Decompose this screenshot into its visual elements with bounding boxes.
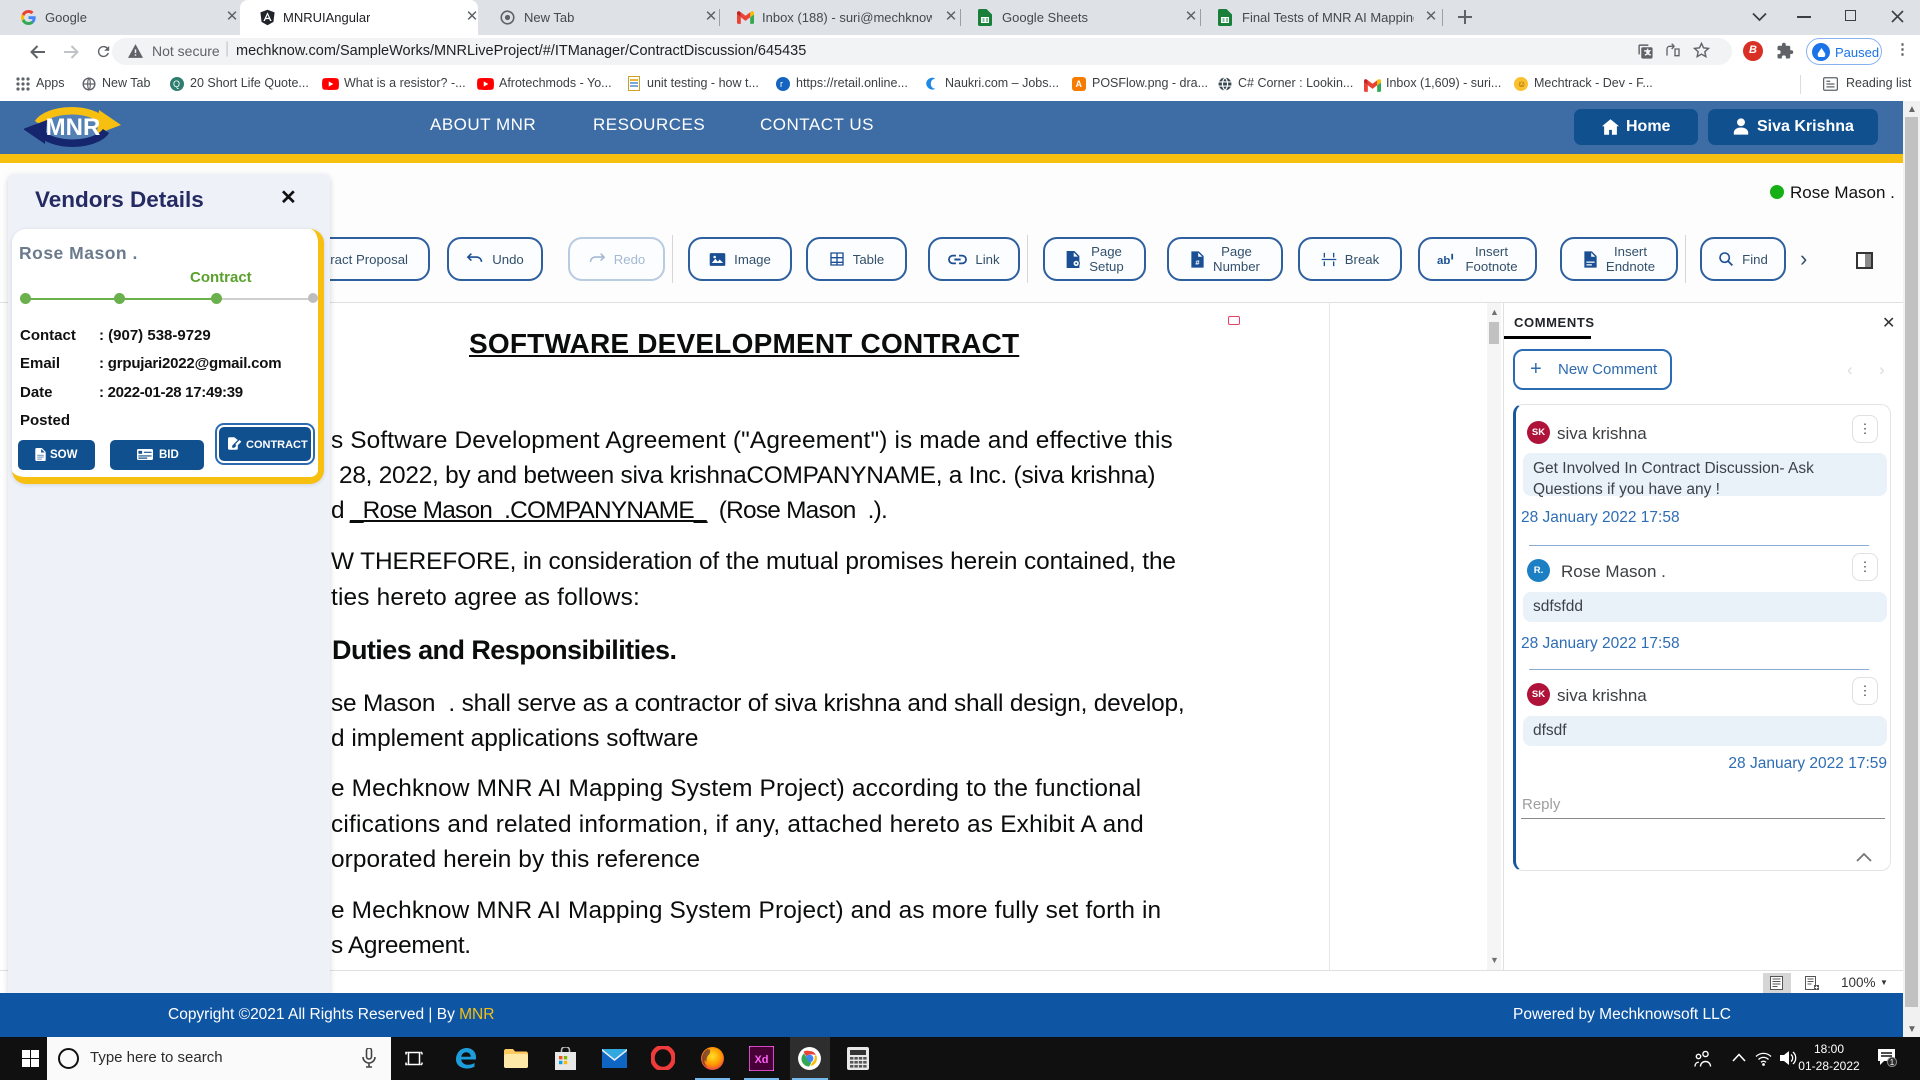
svg-text:1: 1 — [1890, 1058, 1895, 1067]
svg-text:MNR: MNR — [46, 114, 101, 141]
svg-text:ab: ab — [1437, 254, 1450, 266]
svg-text:Xd: Xd — [754, 1054, 768, 1066]
